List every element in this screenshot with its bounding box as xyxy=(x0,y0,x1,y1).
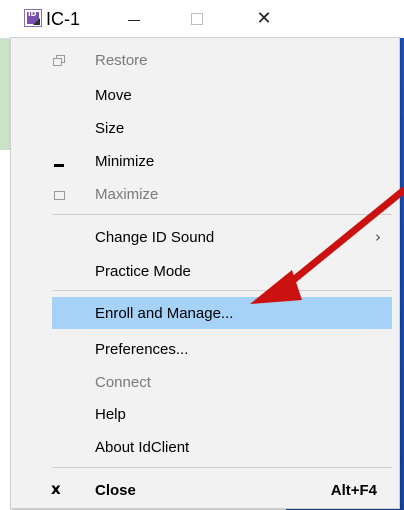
menu-item-label: Preferences... xyxy=(95,341,189,358)
menu-item-connect[interactable]: Connect xyxy=(11,366,399,398)
menu-item-label: Help xyxy=(95,406,126,423)
window-titlebar[interactable]: ID IC-1 ✕ xyxy=(0,0,286,39)
menu-separator xyxy=(52,290,392,291)
menu-item-practice-mode[interactable]: Practice Mode xyxy=(11,255,399,287)
minimize-button[interactable] xyxy=(117,6,151,32)
menu-item-label: Move xyxy=(95,87,132,104)
restore-icon xyxy=(53,54,65,66)
menu-item-label: Close xyxy=(95,482,136,499)
menu-item-size[interactable]: Size xyxy=(11,112,399,144)
menu-item-shortcut: Alt+F4 xyxy=(330,482,377,499)
menu-item-label: Maximize xyxy=(95,186,159,203)
menu-item-label: Size xyxy=(95,120,125,137)
menu-item-label: Practice Mode xyxy=(95,263,191,280)
menu-item-restore[interactable]: Restore xyxy=(11,44,399,76)
menu-item-label: Connect xyxy=(95,374,151,391)
menu-item-preferences[interactable]: Preferences... xyxy=(11,333,399,365)
chevron-right-icon: › xyxy=(375,228,381,246)
menu-item-move[interactable]: Move xyxy=(11,79,399,111)
close-icon: x xyxy=(51,480,61,498)
maximize-button[interactable] xyxy=(179,6,213,32)
menu-item-label: Change ID Sound xyxy=(95,229,215,246)
menu-item-minimize[interactable]: Minimize xyxy=(11,145,399,177)
menu-item-enroll-and-manage[interactable]: Enroll and Manage... xyxy=(52,297,392,329)
maximize-icon xyxy=(53,188,65,200)
system-context-menu: Restore Move Size Minimize Maximize Chan… xyxy=(10,37,400,509)
menu-separator xyxy=(52,467,392,468)
menu-item-label: Restore xyxy=(95,52,148,69)
menu-item-label: Minimize xyxy=(95,153,155,170)
menu-item-label: Enroll and Manage... xyxy=(95,305,234,322)
menu-item-label: About IdClient xyxy=(95,439,190,456)
window-title: IC-1 xyxy=(46,9,81,29)
menu-item-help[interactable]: Help xyxy=(11,398,399,430)
menu-separator xyxy=(52,214,392,215)
maximize-icon xyxy=(191,13,203,25)
app-icon[interactable]: ID xyxy=(24,9,42,27)
menu-item-maximize[interactable]: Maximize xyxy=(11,178,399,210)
minimize-icon xyxy=(128,20,140,21)
close-icon: ✕ xyxy=(256,8,272,29)
menu-item-change-id-sound[interactable]: Change ID Sound › xyxy=(11,221,399,253)
menu-item-close[interactable]: x Close Alt+F4 xyxy=(11,474,399,506)
menu-item-about-idclient[interactable]: About IdClient xyxy=(11,431,399,463)
close-button[interactable]: ✕ xyxy=(247,6,281,32)
minimize-icon xyxy=(53,155,65,167)
